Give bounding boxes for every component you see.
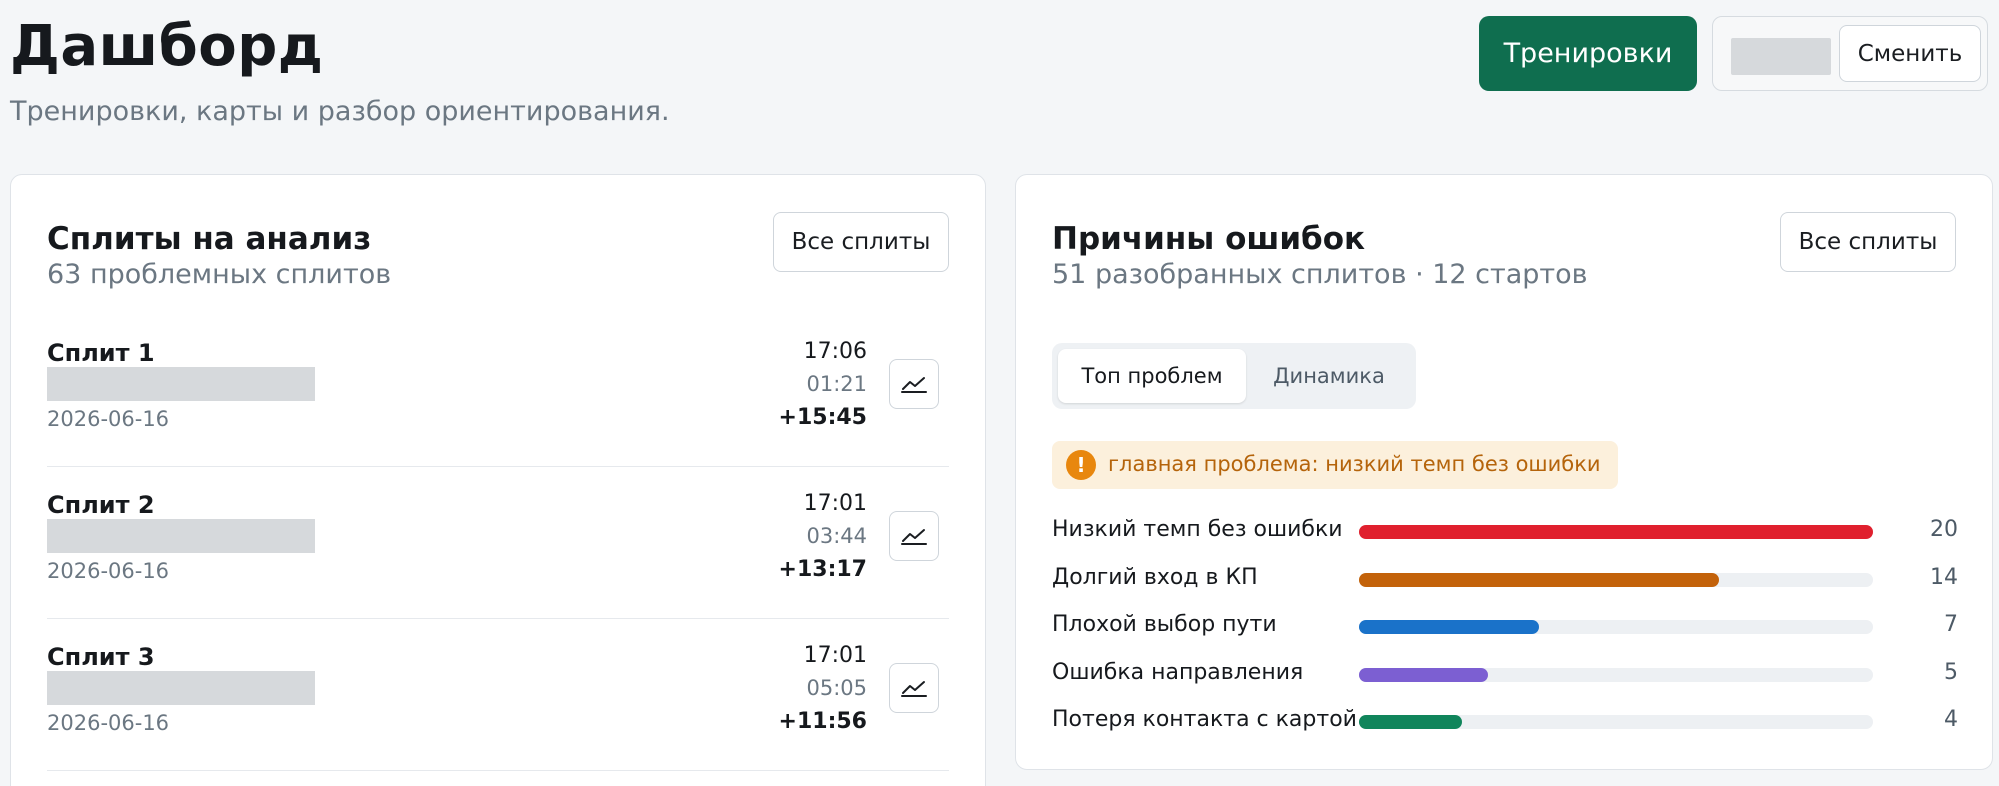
reason-bar-track <box>1359 572 1873 587</box>
alert-text: главная проблема: низкий темп без ошибки <box>1108 452 1601 476</box>
split-duration: 01:21 <box>806 372 867 396</box>
reason-bar-fill <box>1359 667 1488 682</box>
split-clock-time: 17:01 <box>803 491 867 516</box>
reason-label: Потеря контакта с картой <box>1052 707 1357 732</box>
split-course-redacted <box>47 671 315 705</box>
reason-count: 20 <box>1930 517 1958 542</box>
reason-count: 14 <box>1930 564 1958 590</box>
split-loss: +15:45 <box>778 405 867 430</box>
page-subtitle: Тренировки, карты и разбор ориентировани… <box>10 96 670 127</box>
errors-all-splits-button[interactable]: Все сплиты <box>1780 212 1956 272</box>
splits-card-subtitle: 63 проблемных сплитов <box>47 259 392 290</box>
split-duration: 03:44 <box>806 524 867 548</box>
split-row[interactable]: Сплит 2 2026-06-16 17:01 03:44 +13:17 <box>47 467 949 619</box>
chart-line-svg <box>901 681 927 697</box>
split-name: Сплит 1 <box>47 339 155 367</box>
reason-bar-track <box>1359 620 1873 634</box>
tab-dynamics[interactable]: Динамика <box>1248 349 1410 403</box>
errors-card: Причины ошибок 51 разобранных сплитов · … <box>1015 174 1993 770</box>
reason-row: Потеря контакта с картой 4 <box>1052 703 1958 739</box>
errors-card-title: Причины ошибок <box>1052 221 1366 257</box>
reason-bar-track <box>1359 525 1873 539</box>
chart-line-icon[interactable] <box>889 511 939 561</box>
split-times: 17:01 03:44 +13:17 <box>779 487 867 586</box>
tab-top-problems[interactable]: Топ проблем <box>1058 349 1246 403</box>
split-times: 17:06 01:21 +15:45 <box>779 335 867 434</box>
split-loss: +11:56 <box>778 709 867 734</box>
chart-line-icon[interactable] <box>889 359 939 409</box>
reason-bar-fill <box>1359 715 1462 729</box>
reason-row: Долгий вход в КП 14 <box>1052 561 1958 597</box>
split-date: 2026-06-16 <box>47 711 170 735</box>
splits-card-title: Сплиты на анализ <box>47 221 372 257</box>
split-row[interactable]: Сплит 1 2026-06-16 17:06 01:21 +15:45 <box>47 315 949 467</box>
main-problem-alert: ! главная проблема: низкий темп без ошиб… <box>1052 441 1618 489</box>
reason-label: Ошибка направления <box>1052 659 1304 685</box>
chart-line-svg <box>901 529 927 545</box>
reason-row: Низкий темп без ошибки 20 <box>1052 513 1958 549</box>
split-row[interactable]: Сплит 3 2026-06-16 17:01 05:05 +11:56 <box>47 619 949 771</box>
errors-card-subtitle: 51 разобранных сплитов · 12 стартов <box>1052 259 1588 290</box>
split-name: Сплит 2 <box>47 491 155 519</box>
all-splits-button[interactable]: Все сплиты <box>773 212 949 272</box>
chart-line-svg <box>901 377 927 393</box>
split-course-redacted <box>47 519 315 553</box>
split-loss: +13:17 <box>778 557 867 582</box>
reason-label: Плохой выбор пути <box>1052 612 1277 637</box>
reason-bar-track <box>1359 715 1873 729</box>
reason-bar-fill <box>1359 620 1539 634</box>
reason-row: Плохой выбор пути 7 <box>1052 608 1958 644</box>
split-name: Сплит 3 <box>47 643 155 671</box>
user-switcher: Сменить <box>1712 16 1988 91</box>
split-clock-time: 17:06 <box>803 339 867 364</box>
split-course-redacted <box>47 367 315 401</box>
split-date: 2026-06-16 <box>47 559 170 583</box>
reason-count: 7 <box>1944 612 1958 637</box>
reason-bar-fill <box>1359 572 1719 587</box>
split-date: 2026-06-16 <box>47 407 170 431</box>
reason-bar-fill <box>1359 525 1873 539</box>
reason-label: Низкий темп без ошибки <box>1052 517 1343 542</box>
reason-count: 5 <box>1944 659 1958 685</box>
exclamation-icon: ! <box>1066 450 1096 480</box>
chart-line-icon[interactable] <box>889 663 939 713</box>
split-duration: 05:05 <box>806 676 867 700</box>
trainings-button[interactable]: Тренировки <box>1479 16 1697 91</box>
reason-bar-track <box>1359 667 1873 682</box>
view-switcher: Топ проблем Динамика <box>1052 343 1416 409</box>
reason-row: Ошибка направления 5 <box>1052 656 1958 692</box>
split-clock-time: 17:01 <box>803 643 867 668</box>
splits-card: Сплиты на анализ 63 проблемных сплитов В… <box>10 174 986 786</box>
switch-user-button[interactable]: Сменить <box>1839 25 1981 82</box>
page-title: Дашборд <box>10 14 324 79</box>
user-name-redacted <box>1731 38 1831 75</box>
split-times: 17:01 05:05 +11:56 <box>779 639 867 738</box>
reason-label: Долгий вход в КП <box>1052 564 1258 590</box>
reason-count: 4 <box>1944 707 1958 732</box>
